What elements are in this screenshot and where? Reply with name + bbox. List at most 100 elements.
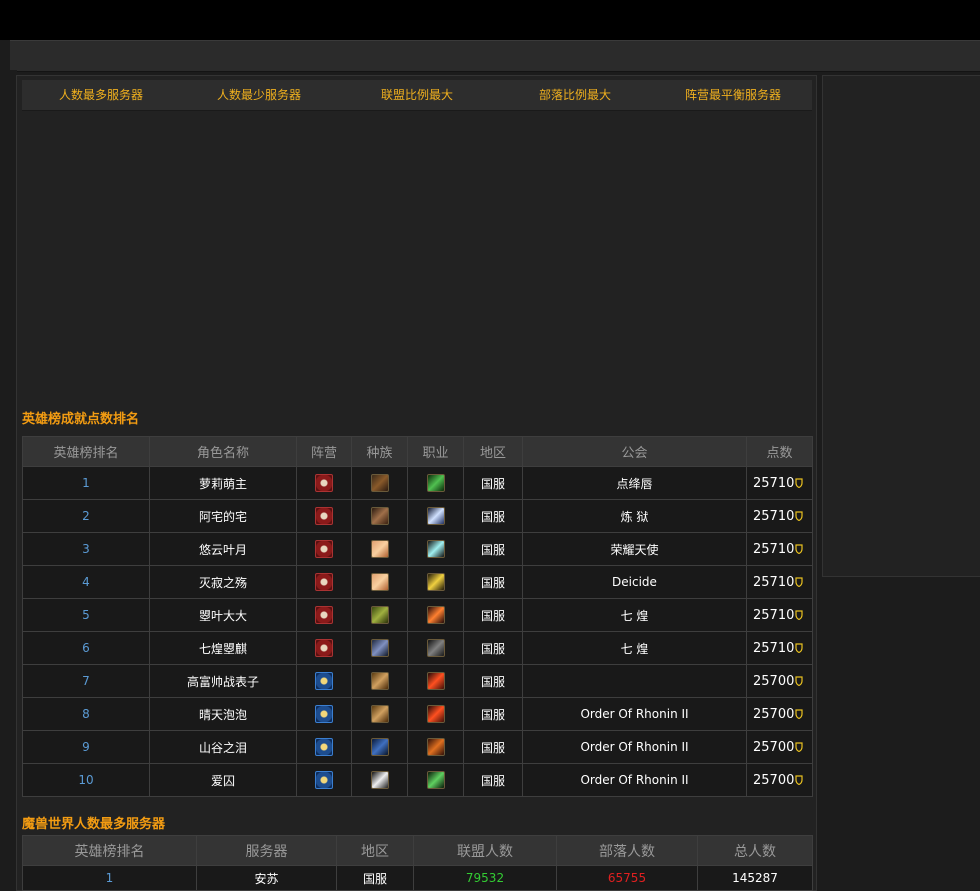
rank-cell[interactable]: 4 [22, 565, 150, 599]
rank-cell[interactable]: 6 [22, 631, 150, 665]
race-portrait-icon [370, 474, 389, 492]
guild-cell[interactable] [522, 664, 747, 698]
character-name[interactable]: 曌叶大大 [149, 598, 297, 632]
guild-cell[interactable]: Order Of Rhonin II [522, 697, 747, 731]
race-cell [351, 763, 408, 797]
faction-cell [296, 697, 352, 731]
rank-cell[interactable]: 10 [22, 763, 150, 797]
col-faction: 阵营 [296, 436, 352, 467]
points-cell: 25710 [746, 598, 813, 632]
faction-cell [296, 664, 352, 698]
guild-cell[interactable]: 荣耀天使 [522, 532, 747, 566]
achievement-shield-icon [795, 675, 803, 686]
race-cell [351, 499, 408, 533]
rank-cell[interactable]: 8 [22, 697, 150, 731]
alliance-count: 79532 [413, 865, 557, 891]
achievement-shield-icon [795, 774, 803, 785]
table-row: 1 萝莉萌主 国服 点绛唇 25710 [22, 466, 813, 500]
class-icon [426, 771, 445, 789]
guild-cell[interactable]: Deicide [522, 565, 747, 599]
guild-cell[interactable]: 七 煌 [522, 598, 747, 632]
faction-cell [296, 730, 352, 764]
region-cell: 国服 [463, 532, 523, 566]
character-name[interactable]: 高富帅战表子 [149, 664, 297, 698]
character-name[interactable]: 萝莉萌主 [149, 466, 297, 500]
tab-least-population[interactable]: 人数最少服务器 [180, 80, 338, 110]
region-cell: 国服 [463, 466, 523, 500]
class-icon [426, 540, 445, 558]
class-cell [407, 598, 464, 632]
points-value: 25700 [753, 706, 795, 722]
rank-cell[interactable]: 5 [22, 598, 150, 632]
tab-horde-ratio[interactable]: 部落比例最大 [496, 80, 654, 110]
guild-cell[interactable]: Order Of Rhonin II [522, 763, 747, 797]
race-portrait-icon [370, 672, 389, 690]
horde-emblem-icon [315, 474, 333, 492]
rank-cell[interactable]: 1 [22, 466, 150, 500]
achievement-shield-icon [795, 741, 803, 752]
race-portrait-icon [370, 738, 389, 756]
tab-most-population[interactable]: 人数最多服务器 [22, 80, 180, 110]
class-cell [407, 697, 464, 731]
guild-cell[interactable]: 炼 狱 [522, 499, 747, 533]
rank-cell[interactable]: 7 [22, 664, 150, 698]
tab-alliance-ratio[interactable]: 联盟比例最大 [338, 80, 496, 110]
achievement-shield-icon [795, 642, 803, 653]
rank-cell[interactable]: 9 [22, 730, 150, 764]
class-cell [407, 631, 464, 665]
points-cell: 25710 [746, 466, 813, 500]
top-black-bar [0, 0, 980, 40]
race-portrait-icon [370, 606, 389, 624]
rank-cell[interactable]: 3 [22, 532, 150, 566]
points-value: 25710 [753, 607, 795, 623]
region-cell: 国服 [336, 865, 414, 891]
character-name[interactable]: 爱囚 [149, 763, 297, 797]
achievement-shield-icon [795, 477, 803, 488]
col-guild: 公会 [522, 436, 747, 467]
points-value: 25710 [753, 508, 795, 524]
col-rank: 英雄榜排名 [22, 436, 150, 467]
table-row: 2 阿宅的宅 国服炼 狱 25710 [22, 499, 813, 533]
class-cell [407, 565, 464, 599]
race-cell [351, 631, 408, 665]
rank-cell[interactable]: 1 [22, 865, 197, 891]
table-row: 5 曌叶大大 国服七 煌 25710 [22, 598, 813, 632]
tab-balanced[interactable]: 阵营最平衡服务器 [654, 80, 812, 110]
col-points: 点数 [746, 436, 813, 467]
race-cell [351, 697, 408, 731]
character-name[interactable]: 晴天泡泡 [149, 697, 297, 731]
points-cell: 25710 [746, 532, 813, 566]
region-cell: 国服 [463, 664, 523, 698]
server-name[interactable]: 安苏 [196, 865, 337, 891]
hero-ranking-table: 英雄榜排名 角色名称 阵营 种族 职业 地区 公会 点数 1 萝莉萌主 国服 点绛唇 2… [22, 436, 813, 797]
achievement-shield-icon [795, 609, 803, 620]
points-value: 25700 [753, 772, 795, 788]
points-value: 25710 [753, 541, 795, 557]
character-name[interactable]: 七煌曌麒 [149, 631, 297, 665]
region-cell: 国服 [463, 499, 523, 533]
race-cell [351, 664, 408, 698]
table-row: 6 七煌曌麒 国服七 煌 25710 [22, 631, 813, 665]
col-horde-count: 部落人数 [556, 835, 698, 866]
table-row: 7 高富帅战表子 国服 25700 [22, 664, 813, 698]
rank-cell[interactable]: 2 [22, 499, 150, 533]
horde-emblem-icon [315, 606, 333, 624]
race-portrait-icon [370, 705, 389, 723]
guild-cell[interactable]: 七 煌 [522, 631, 747, 665]
points-value: 25710 [753, 574, 795, 590]
class-icon [426, 573, 445, 591]
hero-table-header: 英雄榜排名 角色名称 阵营 种族 职业 地区 公会 点数 [22, 436, 813, 467]
navigation-strip [10, 40, 980, 72]
right-sidebar-panel [822, 75, 980, 577]
server-population-table: 英雄榜排名 服务器 地区 联盟人数 部落人数 总人数 1 安苏 国服 79532 657… [22, 835, 813, 891]
character-name[interactable]: 山谷之泪 [149, 730, 297, 764]
region-cell: 国服 [463, 631, 523, 665]
guild-cell[interactable]: Order Of Rhonin II [522, 730, 747, 764]
race-portrait-icon [370, 639, 389, 657]
character-name[interactable]: 阿宅的宅 [149, 499, 297, 533]
character-name[interactable]: 悠云叶月 [149, 532, 297, 566]
class-cell [407, 730, 464, 764]
alliance-emblem-icon [315, 771, 333, 789]
character-name[interactable]: 灭寂之殇 [149, 565, 297, 599]
guild-cell[interactable]: 点绛唇 [522, 466, 747, 500]
